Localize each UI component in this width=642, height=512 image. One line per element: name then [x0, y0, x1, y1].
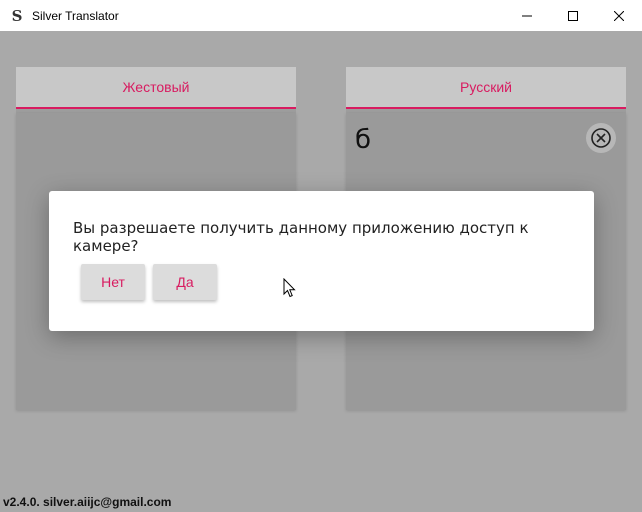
dialog-question: Вы разрешаете получить данному приложени…: [73, 219, 529, 255]
deny-button[interactable]: Нет: [81, 264, 145, 300]
window-title: Silver Translator: [32, 8, 119, 23]
circle-x-icon: [591, 128, 611, 148]
maximize-button[interactable]: [550, 0, 596, 31]
close-icon: [614, 10, 624, 21]
app-logo-icon: S: [11, 6, 23, 25]
close-button[interactable]: [596, 0, 642, 31]
tab-russian[interactable]: Русский: [346, 67, 626, 109]
allow-button[interactable]: Да: [153, 264, 217, 300]
title-bar: S Silver Translator: [0, 0, 642, 31]
version-footer: v2.4.0. silver.aiijc@gmail.com: [3, 495, 172, 509]
camera-permission-dialog: Вы разрешаете получить данному приложени…: [49, 191, 594, 331]
translation-output-text: б: [355, 125, 372, 155]
minimize-icon: [522, 15, 532, 16]
mouse-pointer-icon: [283, 278, 296, 298]
maximize-icon: [568, 10, 578, 21]
clear-output-button[interactable]: [586, 123, 616, 153]
tab-sign-language[interactable]: Жестовый: [16, 67, 296, 109]
minimize-button[interactable]: [504, 0, 550, 31]
window-controls: [504, 0, 642, 31]
